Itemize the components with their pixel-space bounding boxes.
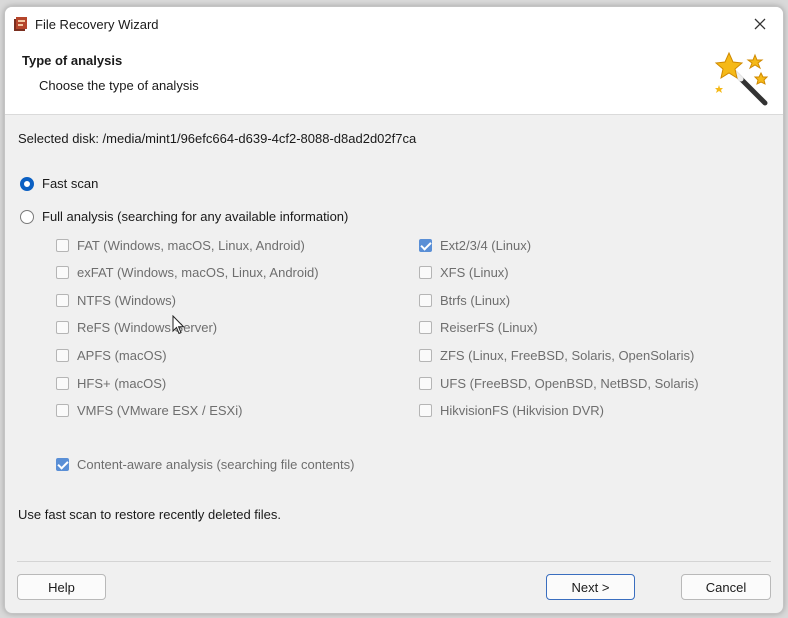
content-aware-option[interactable]: Content-aware analysis (searching file c… — [56, 457, 354, 472]
selected-disk-label: Selected disk: /media/mint1/96efc664-d63… — [18, 131, 417, 146]
fs-ufs-label: UFS (FreeBSD, OpenBSD, NetBSD, Solaris) — [440, 376, 699, 391]
wizard-header: Type of analysis Choose the type of anal… — [5, 41, 783, 115]
fast-scan-option[interactable]: Fast scan — [20, 176, 98, 191]
fs-zfs-label: ZFS (Linux, FreeBSD, Solaris, OpenSolari… — [440, 348, 695, 363]
fs-hikvisionfs-option[interactable]: HikvisionFS (Hikvision DVR) — [419, 403, 604, 418]
fs-exfat-option[interactable]: exFAT (Windows, macOS, Linux, Android) — [56, 265, 319, 280]
fs-vmfs-option[interactable]: VMFS (VMware ESX / ESXi) — [56, 403, 242, 418]
fs-hfsplus-option[interactable]: HFS+ (macOS) — [56, 376, 166, 391]
fs-xfs-option[interactable]: XFS (Linux) — [419, 265, 509, 280]
page-title: Type of analysis — [22, 53, 123, 68]
fs-zfs-checkbox[interactable] — [419, 349, 432, 362]
mouse-cursor-icon — [172, 315, 185, 335]
fs-hfsplus-label: HFS+ (macOS) — [77, 376, 167, 391]
title-bar: File Recovery Wizard — [5, 7, 783, 41]
fs-hfsplus-checkbox[interactable] — [56, 377, 69, 390]
fs-vmfs-checkbox[interactable] — [56, 404, 69, 417]
fs-btrfs-option[interactable]: Btrfs (Linux) — [419, 293, 510, 308]
file-recovery-wizard-window: File Recovery Wizard Type of analysis Ch… — [4, 6, 784, 614]
fs-xfs-label: XFS (Linux) — [440, 265, 509, 280]
fs-reiserfs-checkbox[interactable] — [419, 321, 432, 334]
fast-scan-radio[interactable] — [20, 176, 34, 191]
page-subtitle: Choose the type of analysis — [39, 78, 199, 93]
full-analysis-option[interactable]: Full analysis (searching for any availab… — [20, 209, 348, 224]
window-title: File Recovery Wizard — [35, 17, 159, 32]
app-icon — [14, 17, 27, 31]
fs-ext-option[interactable]: Ext2/3/4 (Linux) — [419, 238, 531, 253]
content-aware-label: Content-aware analysis (searching file c… — [77, 457, 355, 472]
fs-ext-checkbox[interactable] — [419, 239, 432, 252]
close-icon — [754, 18, 766, 30]
fs-exfat-label: exFAT (Windows, macOS, Linux, Android) — [77, 265, 319, 280]
help-button[interactable]: Help — [17, 574, 106, 600]
fs-btrfs-checkbox[interactable] — [419, 294, 432, 307]
fs-ufs-checkbox[interactable] — [419, 377, 432, 390]
fs-reiserfs-label: ReiserFS (Linux) — [440, 320, 538, 335]
fs-vmfs-label: VMFS (VMware ESX / ESXi) — [77, 403, 243, 418]
fs-zfs-option[interactable]: ZFS (Linux, FreeBSD, Solaris, OpenSolari… — [419, 348, 694, 363]
fs-fat-label: FAT (Windows, macOS, Linux, Android) — [77, 238, 305, 253]
full-analysis-radio[interactable] — [20, 209, 34, 224]
fs-fat-checkbox[interactable] — [56, 239, 69, 252]
fs-hikvisionfs-checkbox[interactable] — [419, 404, 432, 417]
fs-apfs-label: APFS (macOS) — [77, 348, 167, 363]
magic-wand-icon — [714, 51, 769, 106]
fs-apfs-checkbox[interactable] — [56, 349, 69, 362]
fs-xfs-checkbox[interactable] — [419, 266, 432, 279]
footer-divider — [17, 561, 771, 562]
fs-ntfs-label: NTFS (Windows) — [77, 293, 176, 308]
hint-text: Use fast scan to restore recently delete… — [18, 507, 282, 522]
fs-refs-checkbox[interactable] — [56, 321, 69, 334]
cancel-button[interactable]: Cancel — [681, 574, 771, 600]
fs-refs-option[interactable]: ReFS (Windows Server) — [56, 320, 217, 335]
close-button[interactable] — [737, 7, 783, 41]
fs-fat-option[interactable]: FAT (Windows, macOS, Linux, Android) — [56, 238, 305, 253]
fast-scan-label: Fast scan — [42, 176, 99, 191]
fs-ufs-option[interactable]: UFS (FreeBSD, OpenBSD, NetBSD, Solaris) — [419, 376, 699, 391]
full-analysis-label: Full analysis (searching for any availab… — [42, 209, 349, 224]
next-button[interactable]: Next > — [546, 574, 635, 600]
fs-exfat-checkbox[interactable] — [56, 266, 69, 279]
fs-ntfs-option[interactable]: NTFS (Windows) — [56, 293, 176, 308]
fs-ntfs-checkbox[interactable] — [56, 294, 69, 307]
fs-hikvisionfs-label: HikvisionFS (Hikvision DVR) — [440, 403, 604, 418]
fs-btrfs-label: Btrfs (Linux) — [440, 293, 511, 308]
content-aware-checkbox[interactable] — [56, 458, 69, 471]
fs-refs-label: ReFS (Windows Server) — [77, 320, 218, 335]
fs-ext-label: Ext2/3/4 (Linux) — [440, 238, 532, 253]
fs-apfs-option[interactable]: APFS (macOS) — [56, 348, 167, 363]
fs-reiserfs-option[interactable]: ReiserFS (Linux) — [419, 320, 538, 335]
